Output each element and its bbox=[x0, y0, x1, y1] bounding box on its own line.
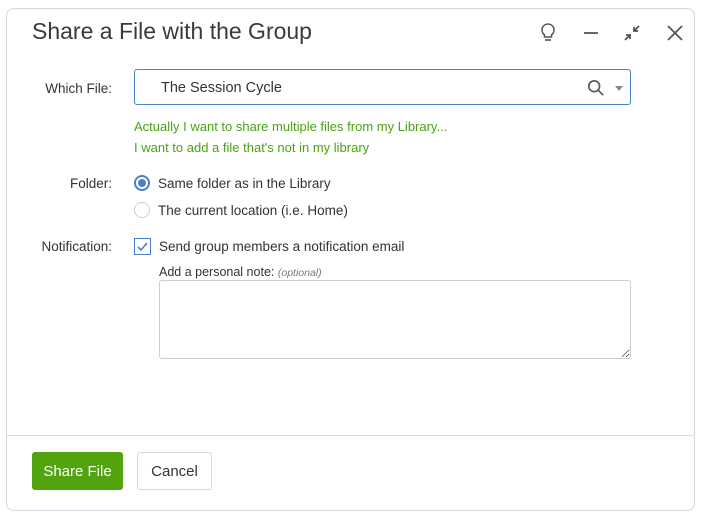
footer-divider bbox=[7, 435, 694, 436]
folder-option-label: Same folder as in the Library bbox=[158, 175, 331, 191]
personal-note-textarea[interactable] bbox=[159, 280, 631, 359]
optional-hint: (optional) bbox=[277, 267, 322, 279]
folder-label: Folder: bbox=[69, 176, 112, 191]
personal-note-label-text: Add a personal note: bbox=[159, 265, 275, 279]
close-icon[interactable] bbox=[663, 21, 687, 45]
radio-unselected[interactable] bbox=[134, 202, 150, 218]
notification-checkbox-label: Send group members a notification email bbox=[159, 238, 405, 254]
share-file-button[interactable]: Share File bbox=[32, 452, 123, 490]
radio-selected[interactable] bbox=[134, 175, 150, 191]
collapse-icon[interactable] bbox=[620, 21, 644, 45]
folder-option-library[interactable]: Same folder as in the Library bbox=[134, 173, 331, 193]
file-select-input[interactable]: The Session Cycle bbox=[134, 69, 631, 105]
cancel-button[interactable]: Cancel bbox=[137, 452, 212, 490]
notification-checkbox-row[interactable]: Send group members a notification email bbox=[134, 236, 404, 256]
share-multiple-files-link[interactable]: Actually I want to share multiple files … bbox=[134, 119, 447, 134]
minimize-icon[interactable] bbox=[579, 21, 603, 45]
lightbulb-icon[interactable] bbox=[536, 21, 560, 45]
chevron-down-icon[interactable] bbox=[615, 86, 623, 91]
folder-option-current[interactable]: The current location (i.e. Home) bbox=[134, 200, 348, 220]
search-icon[interactable] bbox=[587, 79, 605, 97]
which-file-label: Which File: bbox=[45, 81, 112, 96]
personal-note-label: Add a personal note: (optional) bbox=[159, 265, 322, 279]
checkmark-icon bbox=[137, 241, 148, 251]
notification-checkbox[interactable] bbox=[134, 237, 151, 255]
dialog-title: Share a File with the Group bbox=[32, 18, 312, 44]
file-select-value: The Session Cycle bbox=[161, 80, 282, 96]
folder-option-label: The current location (i.e. Home) bbox=[158, 202, 348, 218]
notification-label: Notification: bbox=[41, 239, 112, 254]
share-file-dialog: Share a File with the Group Which File: … bbox=[6, 8, 695, 511]
add-file-not-in-library-link[interactable]: I want to add a file that's not in my li… bbox=[134, 140, 369, 155]
